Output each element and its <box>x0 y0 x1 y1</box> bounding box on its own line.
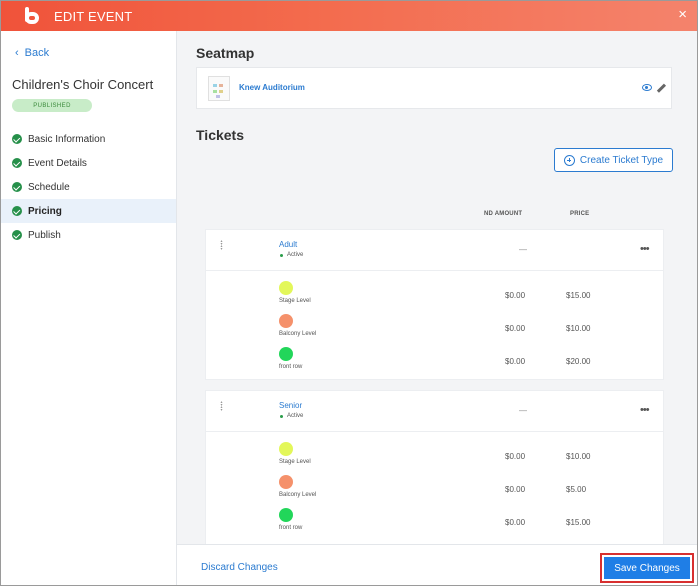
status-label: Active <box>287 252 304 258</box>
seatmap-card: Knew Auditorium <box>196 67 672 109</box>
ticket-type-status: Active <box>280 252 303 258</box>
sidebar-item-basic-information[interactable]: Basic Information <box>1 127 176 151</box>
ticket-type-header: Adult Active — ••• <box>206 230 663 271</box>
window-title: EDIT EVENT <box>54 8 133 24</box>
check-circle-icon <box>12 182 22 192</box>
tickets-heading: Tickets <box>196 127 244 143</box>
ticket-type-header: Senior Active — ••• <box>206 391 663 432</box>
check-circle-icon <box>12 134 22 144</box>
eye-icon[interactable] <box>642 84 652 91</box>
pencil-icon[interactable] <box>656 83 666 93</box>
level-label: Stage Level <box>279 298 311 304</box>
create-ticket-type-button[interactable]: Create Ticket Type <box>554 148 673 172</box>
more-options-icon[interactable]: ••• <box>640 404 650 416</box>
sidebar-item-event-details[interactable]: Event Details <box>1 151 176 175</box>
edit-event-window: EDIT EVENT × ‹ Back Children's Choir Con… <box>0 0 698 586</box>
back-link[interactable]: ‹ Back <box>15 47 49 59</box>
main-content: Seatmap Knew Auditorium Tickets Create T… <box>177 31 697 544</box>
app-logo-icon <box>22 6 42 26</box>
level-amount: $0.00 <box>505 518 526 527</box>
status-dot-icon <box>280 253 283 257</box>
save-highlight: Save Changes <box>600 553 694 583</box>
level-row: Balcony Level $0.00 $5.00 <box>206 475 663 508</box>
drag-handle-icon[interactable] <box>220 240 223 250</box>
seatmap-thumbnail <box>208 76 230 101</box>
close-icon[interactable]: × <box>678 7 687 23</box>
level-color-swatch <box>279 281 293 295</box>
ticket-type-name[interactable]: Adult <box>279 240 297 249</box>
level-amount: $0.00 <box>505 452 526 461</box>
level-color-swatch <box>279 314 293 328</box>
ticket-type-amount: — <box>519 406 527 415</box>
level-amount: $0.00 <box>505 291 526 300</box>
sidebar-item-pricing[interactable]: Pricing <box>1 199 176 223</box>
column-header-amount: ND AMOUNT <box>484 211 523 217</box>
header-bar: EDIT EVENT × <box>1 1 697 31</box>
level-row: Stage Level $0.00 $10.00 <box>206 442 663 475</box>
sidebar-item-publish[interactable]: Publish <box>1 223 176 247</box>
level-label: front row <box>279 525 303 531</box>
sidebar-item-label: Pricing <box>28 205 62 217</box>
level-price: $15.00 <box>566 291 591 300</box>
level-label: Stage Level <box>279 459 311 465</box>
save-changes-button[interactable]: Save Changes <box>604 557 690 579</box>
status-label: Active <box>287 413 304 419</box>
ticket-type-card-adult: Adult Active — ••• Stage Level $0.00 $15… <box>205 229 664 380</box>
ticket-type-amount: — <box>519 245 527 254</box>
sidebar-nav: Basic Information Event Details Schedule… <box>1 127 176 247</box>
sidebar-item-label: Event Details <box>28 157 87 169</box>
level-price: $10.00 <box>566 324 591 333</box>
ticket-type-status: Active <box>280 413 303 419</box>
seatmap-heading: Seatmap <box>196 45 255 61</box>
level-row: front row $0.00 $20.00 <box>206 347 663 380</box>
sidebar-item-schedule[interactable]: Schedule <box>1 175 176 199</box>
drag-handle-icon[interactable] <box>220 401 223 411</box>
level-color-swatch <box>279 442 293 456</box>
create-ticket-type-label: Create Ticket Type <box>579 154 664 166</box>
level-price: $5.00 <box>566 485 587 494</box>
level-amount: $0.00 <box>505 324 526 333</box>
level-amount: $0.00 <box>505 357 526 366</box>
event-name: Children's Choir Concert <box>12 77 154 92</box>
check-circle-icon <box>12 158 22 168</box>
level-row: Stage Level $0.00 $15.00 <box>206 281 663 314</box>
level-row: Balcony Level $0.00 $10.00 <box>206 314 663 347</box>
seatmap-name[interactable]: Knew Auditorium <box>239 83 305 92</box>
level-price: $20.00 <box>566 357 591 366</box>
discard-changes-link[interactable]: Discard Changes <box>201 562 278 573</box>
back-label: Back <box>24 47 50 59</box>
sidebar-item-label: Basic Information <box>28 133 106 145</box>
level-price: $15.00 <box>566 518 591 527</box>
more-options-icon[interactable]: ••• <box>640 243 650 255</box>
plus-circle-icon <box>563 154 575 166</box>
sidebar: ‹ Back Children's Choir Concert PUBLISHE… <box>1 31 177 585</box>
status-dot-icon <box>280 414 283 418</box>
level-color-swatch <box>279 508 293 522</box>
level-amount: $0.00 <box>505 485 526 494</box>
check-circle-icon <box>12 206 22 216</box>
ticket-type-card-senior: Senior Active — ••• Stage Level $0.00 $1… <box>205 390 664 544</box>
level-color-swatch <box>279 347 293 361</box>
footer-bar: Discard Changes Save Changes <box>177 544 697 585</box>
chevron-left-icon: ‹ <box>15 47 19 59</box>
level-label: Balcony Level <box>279 492 317 498</box>
level-label: Balcony Level <box>279 331 317 337</box>
level-color-swatch <box>279 475 293 489</box>
check-circle-icon <box>12 230 22 240</box>
status-badge: PUBLISHED <box>12 99 92 112</box>
column-header-price: PRICE <box>570 211 590 217</box>
level-row: front row $0.00 $15.00 <box>206 508 663 541</box>
sidebar-item-label: Publish <box>28 229 61 241</box>
level-label: front row <box>279 364 303 370</box>
level-price: $10.00 <box>566 452 591 461</box>
sidebar-item-label: Schedule <box>28 181 70 193</box>
ticket-type-name[interactable]: Senior <box>279 401 302 410</box>
